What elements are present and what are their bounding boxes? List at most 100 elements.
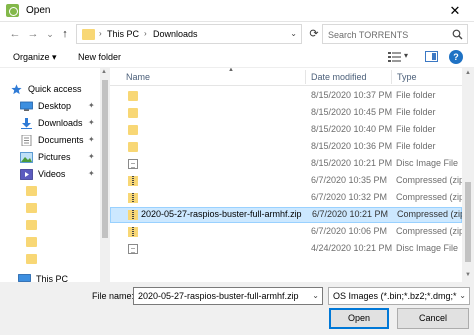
file-type: Compressed (zipp [397,209,471,219]
folder-icon[interactable] [26,237,37,247]
address-bar[interactable]: › This PC › Downloads ⌄ [76,24,302,44]
pin-icon: ✦ [88,135,95,144]
folder-icon [128,91,138,101]
sidebar-item-pictures[interactable]: Pictures ✦ [20,150,110,166]
help-icon[interactable]: ? [449,50,463,64]
pin-icon: ✦ [88,118,95,127]
file-type: Compressed (zipp [396,226,470,236]
pin-icon: ✦ [88,101,95,110]
file-name-input[interactable]: 2020-05-27-raspios-buster-full-armhf.zip… [133,287,323,305]
view-options-icon[interactable] [388,51,402,63]
column-divider[interactable] [391,70,392,84]
command-bar: Organize ▾ New folder ▾ ? [0,46,474,68]
disc-image-icon [128,244,138,254]
file-type: File folder [396,90,436,100]
folder-icon[interactable] [26,203,37,213]
file-row[interactable]: 8/15/2020 10:36 PM File folder [110,139,462,155]
star-icon [11,84,22,95]
scrollbar-thumb[interactable] [465,182,471,262]
file-name: 2020-05-27-raspios-buster-full-armhf.zip [141,209,302,219]
search-input[interactable]: Search TORRENTS [322,24,468,44]
sidebar-item-label: Pictures [38,152,71,162]
desktop-icon [20,101,33,111]
file-name-label: File name: [92,291,135,301]
file-type: Disc Image File [396,243,459,253]
column-header: ▲ Name Date modified Type [110,68,462,86]
file-date: 6/7/2020 10:06 PM [311,226,388,236]
file-date: 6/7/2020 10:35 PM [311,175,388,185]
file-date: 8/15/2020 10:36 PM [311,141,393,151]
scroll-up-icon[interactable]: ▲ [101,69,107,75]
file-row[interactable]: 8/15/2020 10:21 PM Disc Image File [110,156,462,172]
breadcrumb-this-pc[interactable]: This PC [107,29,139,39]
cancel-button[interactable]: Cancel [397,308,469,329]
file-date: 8/15/2020 10:40 PM [311,124,393,134]
address-dropdown-icon[interactable]: ⌄ [290,29,297,38]
up-button[interactable]: ↑ [56,25,74,43]
disc-image-icon [128,159,138,169]
file-type: File folder [396,141,436,151]
chevron-down-icon[interactable]: ⌄ [459,291,466,300]
file-name-value: 2020-05-27-raspios-buster-full-armhf.zip [138,291,299,301]
videos-icon [20,169,33,180]
file-row[interactable]: 4/24/2020 10:21 PM Disc Image File [110,241,462,257]
preview-pane-icon[interactable] [425,51,438,62]
file-date: 6/7/2020 10:21 PM [312,209,389,219]
sidebar-item-downloads[interactable]: Downloads ✦ [20,116,110,132]
app-icon [6,4,19,17]
window-title: Open [26,5,51,16]
file-type: File folder [396,107,436,117]
pin-icon: ✦ [88,152,95,161]
column-type[interactable]: Type [397,72,417,82]
file-type-select[interactable]: OS Images (*.bin;*.bz2;*.dmg;*. ⌄ [328,287,470,305]
file-type: Disc Image File [396,158,459,168]
sidebar-item-videos[interactable]: Videos ✦ [20,167,110,183]
file-date: 8/15/2020 10:21 PM [311,158,393,168]
column-name[interactable]: Name [126,72,150,82]
forward-button[interactable]: → [24,25,42,43]
file-row[interactable]: 6/7/2020 10:35 PM Compressed (zipp [110,173,469,189]
back-button[interactable]: ← [6,25,24,43]
title-bar: Open ✕ [0,0,474,22]
sidebar-item-documents[interactable]: Documents ✦ [20,133,110,149]
sidebar-item-label: Videos [38,169,66,179]
file-row[interactable]: 8/15/2020 10:40 PM File folder [110,122,462,138]
scroll-down-icon[interactable]: ▼ [465,272,471,278]
sidebar-item-this-pc[interactable]: This PC [18,272,110,282]
file-type-value: OS Images (*.bin;*.bz2;*.dmg;*. [333,291,457,301]
scroll-up-icon[interactable]: ▲ [465,70,471,76]
refresh-button[interactable]: ⟳ [306,25,322,43]
view-dropdown-icon[interactable]: ▾ [404,51,408,60]
close-button[interactable]: ✕ [436,0,474,22]
sidebar-item-desktop[interactable]: Desktop ✦ [20,99,110,115]
zip-icon [128,227,138,237]
folder-icon [128,108,138,118]
file-row[interactable]: 6/7/2020 10:06 PM Compressed (zipp [110,224,469,240]
column-date-modified[interactable]: Date modified [311,72,367,82]
sidebar-scrollbar[interactable]: ▲ [100,68,110,282]
breadcrumb-downloads[interactable]: Downloads [153,29,198,39]
new-folder-button[interactable]: New folder [78,52,121,62]
folder-icon[interactable] [26,220,37,230]
chevron-down-icon[interactable]: ⌄ [312,291,319,300]
breadcrumb-separator: › [99,29,102,38]
folder-icon [82,29,95,40]
open-button[interactable]: Open [329,308,389,329]
file-row[interactable]: 8/15/2020 10:45 PM File folder [110,105,462,121]
column-divider[interactable] [305,70,306,84]
file-date: 4/24/2020 10:21 PM [311,243,393,253]
pin-icon: ✦ [88,169,95,178]
folder-icon[interactable] [26,254,37,264]
sidebar-item-label: This PC [36,274,69,282]
folder-icon[interactable] [26,186,37,196]
file-list-scrollbar[interactable]: ▲ ▼ [462,68,474,282]
organize-button[interactable]: Organize ▾ [13,52,57,63]
dialog-footer: File name: 2020-05-27-raspios-buster-ful… [0,282,474,335]
scrollbar-thumb[interactable] [102,80,108,238]
file-type: Compressed (zipp [396,175,470,185]
file-row-selected[interactable]: 2020-05-27-raspios-buster-full-armhf.zip… [110,207,470,223]
file-row[interactable]: 6/7/2020 10:32 PM Compressed (zipp [110,190,469,206]
sidebar-item-quick-access[interactable]: Quick access [10,82,110,98]
file-row[interactable]: 8/15/2020 10:37 PM File folder [110,88,462,104]
file-type: Compressed (zipp [396,192,470,202]
